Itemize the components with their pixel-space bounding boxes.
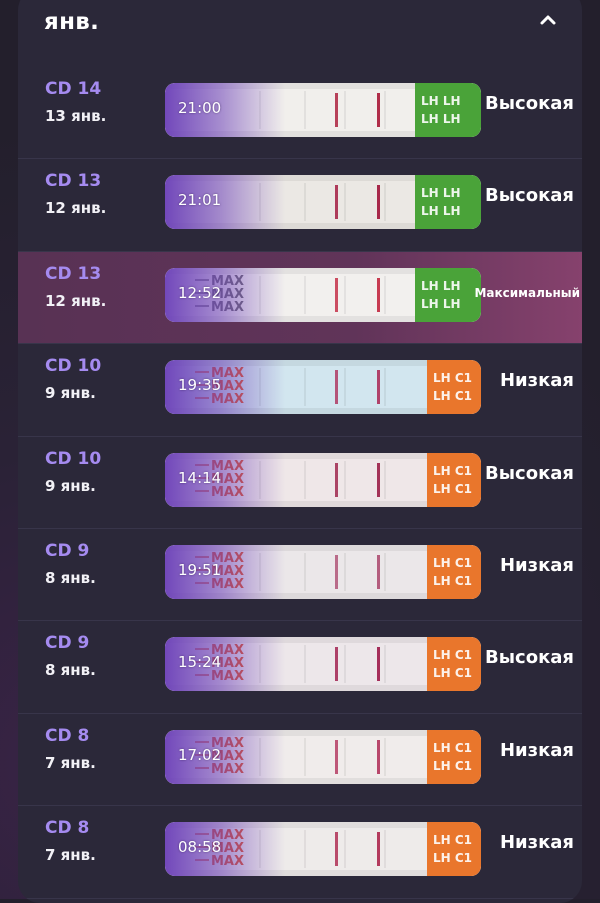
test-time: 08:58	[178, 838, 222, 857]
test-strip-photo[interactable]: LH LHLH LH 21:01	[165, 175, 481, 230]
test-time: 12:52	[178, 283, 222, 302]
cycle-day: CD 8	[45, 818, 90, 839]
month-header[interactable]: янв.	[18, 0, 582, 60]
test-time: 21:00	[178, 99, 222, 117]
test-date: 9 янв.	[45, 384, 96, 403]
test-date: 12 янв.	[45, 199, 107, 218]
test-strip-photo[interactable]: MAXMAXMAXLH C1LH C1 17:02	[165, 729, 481, 784]
test-date: 12 янв.	[45, 291, 107, 310]
test-strip-photo[interactable]: MAXMAXMAXLH C1LH C1 14:14	[165, 452, 481, 507]
test-list: CD 14 13 янв. LH LHLH LH 21:00 Высокая C…	[18, 67, 582, 899]
cycle-day: CD 13	[45, 171, 102, 192]
test-strip-photo[interactable]: MAXMAXMAXLH C1LH C1 19:35	[165, 360, 481, 415]
test-date: 8 янв.	[45, 568, 96, 587]
lh-level: Высокая	[485, 462, 574, 484]
test-strip-photo[interactable]: MAXMAXMAXLH C1LH C1 15:24	[165, 637, 481, 692]
test-date: 13 янв.	[45, 107, 107, 125]
test-date: 7 янв.	[45, 753, 96, 772]
cycle-day: CD 10	[45, 448, 102, 469]
test-strip-photo[interactable]: MAXMAXMAXLH LHLH LH 12:52	[165, 267, 481, 322]
test-strip-photo[interactable]: MAXMAXMAXLH C1LH C1 19:51	[165, 544, 481, 599]
test-row[interactable]: CD 8 7 янв. MAXMAXMAXLH C1LH C1 17:02 Ни…	[18, 714, 582, 807]
lh-level: Низкая	[499, 832, 574, 854]
test-time: 15:24	[178, 653, 222, 672]
cycle-day: CD 13	[45, 263, 102, 284]
test-strip-photo[interactable]: LH LHLH LH 21:00	[165, 83, 481, 137]
cycle-day: CD 10	[45, 356, 102, 377]
lh-level: Высокая	[485, 93, 574, 114]
lh-level: Низкая	[499, 739, 574, 761]
lh-level: Максимальный	[474, 285, 580, 300]
test-row-peak[interactable]: CD 13 12 янв. MAXMAXMAXLH LHLH LH 12:52 …	[18, 251, 582, 345]
test-time: 17:02	[178, 745, 222, 764]
test-date: 9 янв.	[45, 476, 96, 495]
cycle-day: CD 14	[45, 79, 102, 99]
test-row[interactable]: CD 14 13 янв. LH LHLH LH 21:00 Высокая	[18, 67, 582, 160]
test-row[interactable]: CD 13 12 янв. LH LHLH LH 21:01 Высокая	[18, 159, 582, 252]
cycle-day: CD 9	[45, 540, 90, 561]
lh-level: Высокая	[485, 185, 574, 207]
test-time: 19:35	[178, 376, 222, 395]
test-row[interactable]: CD 9 8 янв. MAXMAXMAXLH C1LH C1 15:24 Вы…	[18, 621, 582, 714]
test-row[interactable]: CD 9 8 янв. MAXMAXMAXLH C1LH C1 19:51 Ни…	[18, 529, 582, 622]
test-date: 8 янв.	[45, 661, 96, 680]
cycle-day: CD 8	[45, 725, 90, 746]
test-row[interactable]: CD 10 9 янв. MAXMAXMAXLH C1LH C1 14:14 В…	[18, 437, 582, 529]
test-time: 14:14	[178, 468, 222, 487]
test-time: 21:01	[178, 191, 222, 210]
cycle-day: CD 9	[45, 633, 90, 654]
month-title: янв.	[44, 9, 100, 35]
test-time: 19:51	[178, 560, 222, 579]
lh-level: Высокая	[485, 647, 574, 669]
test-row[interactable]: CD 8 7 янв. MAXMAXMAXLH C1LH C1 08:58 Ни…	[18, 806, 582, 899]
history-card: янв. CD 14 13 янв. LH LHLH LH 21:00 Высо…	[18, 0, 582, 903]
test-strip-photo[interactable]: MAXMAXMAXLH C1LH C1 08:58	[165, 822, 481, 877]
test-row[interactable]: CD 10 9 янв. MAXMAXMAXLH C1LH C1 19:35 Н…	[18, 344, 582, 437]
test-date: 7 янв.	[45, 846, 96, 865]
chevron-up-icon[interactable]	[534, 6, 562, 34]
lh-level: Низкая	[499, 554, 574, 576]
lh-level: Низкая	[499, 370, 574, 392]
